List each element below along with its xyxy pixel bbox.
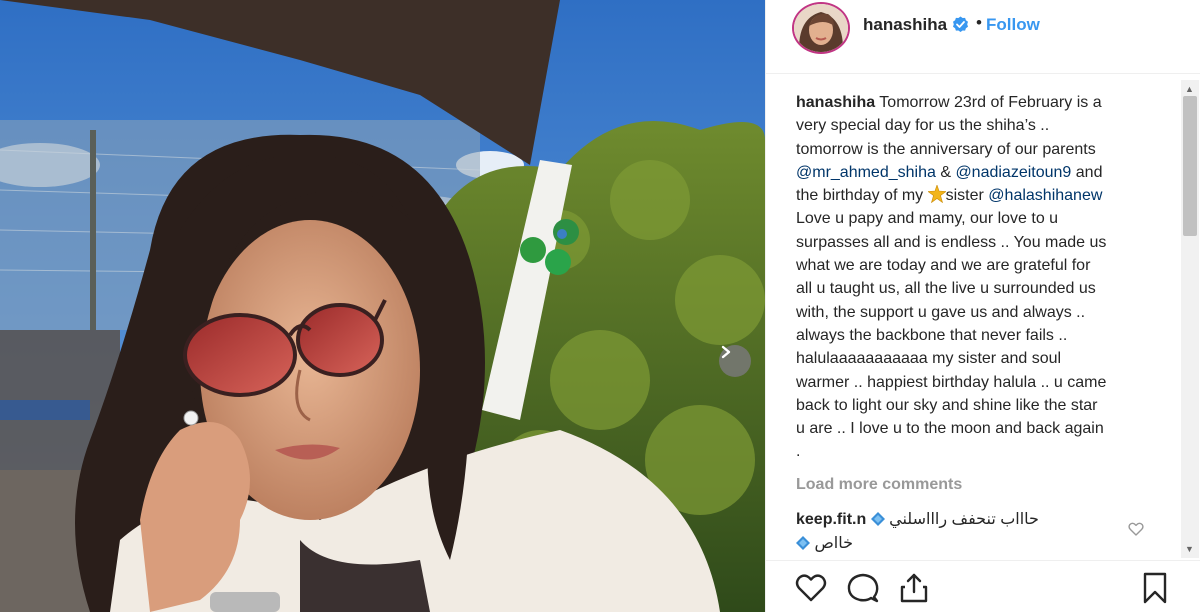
- mention-link[interactable]: @mr_ahmed_shiha: [796, 164, 936, 181]
- caption-birthday-prefix: the birthday of my: [796, 187, 928, 205]
- caption-body-line: back to light our sky and shine like the…: [796, 396, 1098, 414]
- post-actions-bar: [766, 560, 1200, 612]
- caption-body-line: all u taught us, all the live u surround…: [796, 280, 1096, 298]
- bookmark-icon[interactable]: [1138, 571, 1172, 605]
- post-image-illustration: [0, 0, 765, 612]
- caption-body-line: always the backbone that never fails ..: [796, 326, 1068, 344]
- header-username[interactable]: hanashiha: [863, 15, 947, 35]
- caption-body-line: surpasses all and is endless .. You made…: [796, 233, 1107, 251]
- caption-body-line: with, the support u gave us and always .…: [796, 303, 1086, 321]
- load-more-comments-button[interactable]: Load more comments: [796, 476, 962, 494]
- heart-icon[interactable]: [794, 571, 828, 605]
- blue-diamond-emoji-icon: [796, 536, 810, 550]
- avatar[interactable]: [792, 2, 850, 54]
- scrollbar-thumb[interactable]: [1183, 96, 1197, 236]
- follow-button[interactable]: Follow: [986, 15, 1040, 35]
- blue-diamond-emoji-icon: [870, 512, 885, 526]
- caption-body-line: what we are today and we are grateful fo…: [796, 257, 1091, 275]
- caption-body-line: halulaaaaaaaaaaa my sister and soul: [796, 350, 1062, 368]
- caption-body-line: u are .. I love u to the moon and back a…: [796, 420, 1104, 438]
- scroll-up-icon[interactable]: ▲: [1185, 84, 1194, 94]
- chevron-right-icon: [721, 345, 731, 359]
- caption-and: and: [1071, 163, 1103, 181]
- caption-body-line: warmer .. happiest birthday halula .. u …: [796, 373, 1107, 391]
- carousel-next-button[interactable]: [719, 345, 751, 377]
- mention-link[interactable]: @nadiazeitoun9: [955, 164, 1071, 181]
- comment-text-line-1: حاااب تنحفف راااسلني: [889, 511, 1039, 528]
- verified-badge-icon: [953, 16, 968, 32]
- scroll-down-icon[interactable]: ▼: [1185, 544, 1194, 554]
- caption-username[interactable]: hanashiha: [796, 94, 875, 111]
- comment-item: keep.fit.n حاااب تنحفف راااسلني خااص: [796, 508, 1156, 556]
- post-caption: hanashiha Tomorrow 23rd of February is a…: [796, 91, 1151, 464]
- comment-username[interactable]: keep.fit.n: [796, 511, 866, 528]
- avatar-image: [794, 4, 848, 52]
- comments-scrollbar[interactable]: ▲ ▼: [1181, 80, 1199, 558]
- header-separator: •: [976, 13, 982, 32]
- caption-line-1: Tomorrow 23rd of February is a: [879, 94, 1102, 111]
- mention-link[interactable]: @halashihanew: [988, 187, 1102, 204]
- caption-body-line: Love u papy and mamy, our love to u: [796, 210, 1059, 228]
- caption-amp: &: [935, 163, 956, 181]
- comment-icon[interactable]: [846, 571, 880, 605]
- caption-line-2: very special day for us the shiha’s ..: [796, 117, 1050, 135]
- comment-text-line-2: خااص: [814, 535, 854, 552]
- post-photo: [0, 0, 765, 612]
- share-icon[interactable]: [897, 571, 931, 605]
- comment-like-heart-icon[interactable]: [1128, 521, 1144, 537]
- caption-body-line: .: [796, 443, 801, 461]
- post-header: hanashiha • Follow: [766, 0, 1200, 74]
- post-side-panel: hanashiha • Follow hanashiha Tomorrow 23…: [765, 0, 1200, 612]
- caption-line-3: tomorrow is the anniversary of our paren…: [796, 140, 1096, 158]
- caption-sister: sister: [945, 187, 989, 205]
- sparkle-emoji-icon: [927, 185, 946, 204]
